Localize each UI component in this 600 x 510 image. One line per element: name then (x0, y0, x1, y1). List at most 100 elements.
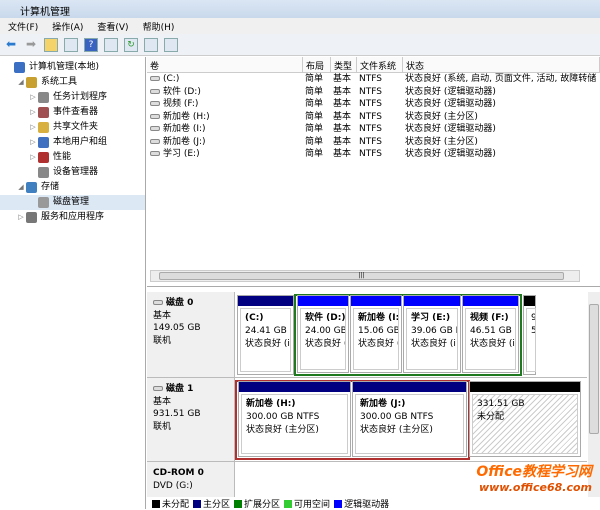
drive-icon (150, 126, 160, 131)
volume-row[interactable]: (C:) 简单 基本 NTFS 状态良好 (系统, 启动, 页面文件, 活动, 故障转储 (147, 73, 600, 86)
expand-arrow-icon[interactable]: ▷ (28, 135, 38, 150)
refresh-icon[interactable]: ↻ (124, 37, 138, 52)
cell-text: 状态良好 (逻辑驱动器) (405, 124, 496, 134)
expand-arrow-icon[interactable]: ▷ (28, 150, 38, 165)
volume-cell: 新加卷 (J:) (147, 136, 303, 149)
partition-body: 软件 (D:) 24.00 GB 状态良好 ( (300, 308, 346, 370)
volume-cell: 基本 (331, 98, 357, 111)
tree-item[interactable]: ▷ 服务和应用程序 (0, 210, 145, 225)
volume-cell: 基本 (331, 148, 357, 161)
cdrom-label[interactable]: CD-ROM 0 DVD (G:) (147, 462, 235, 497)
partition[interactable]: 学习 (E:) 39.06 GB N 状态良好 (i (403, 295, 461, 373)
tree-item[interactable]: ◢ 系统工具 (0, 75, 145, 90)
tree-item-label: 性能 (53, 152, 72, 162)
tree-item[interactable]: ▷ 性能 (0, 150, 145, 165)
tree-item[interactable]: ◢ 存储 (0, 180, 145, 195)
help-icon[interactable]: ? (84, 37, 98, 52)
show-hide-tree-icon[interactable] (64, 37, 78, 52)
column-layout[interactable]: 布局 (303, 57, 331, 72)
cell-text: 学习 (E:) (163, 149, 200, 159)
expand-arrow-icon[interactable]: ▷ (28, 105, 38, 120)
forward-icon[interactable]: ➡ (24, 38, 38, 52)
partition-status: 状态良好 (i (411, 339, 456, 349)
partition-body: 新加卷 (I: 15.06 GB 状态良好 ( (353, 308, 399, 370)
horizontal-scrollbar[interactable]: ||| (150, 270, 580, 282)
volume-row[interactable]: 新加卷 (I:) 简单 基本 NTFS 状态良好 (逻辑驱动器) (147, 123, 600, 136)
volume-row[interactable]: 软件 (D:) 简单 基本 NTFS 状态良好 (逻辑驱动器) (147, 86, 600, 99)
partition[interactable]: 新加卷 (I: 15.06 GB 状态良好 ( (350, 295, 402, 373)
expand-arrow-icon[interactable]: ◢ (16, 180, 26, 195)
partition-status: 状态良好 (i (470, 339, 515, 349)
properties-icon[interactable] (144, 37, 158, 52)
volume-cell: 简单 (303, 123, 331, 136)
cell-text: 简单 (305, 86, 324, 97)
partition-size: 300.00 GB NTFS (360, 412, 434, 422)
volume-list: 卷 布局 类型 文件系统 状态 (C:) 简单 基本 NTFS 状态良好 (系统, 启动… (147, 57, 600, 287)
volume-row[interactable]: 学习 (E:) 简单 基本 NTFS 状态良好 (逻辑驱动器) (147, 148, 600, 161)
drive-icon (150, 88, 160, 94)
cell-text: 新加卷 (H:) (163, 111, 210, 122)
menu-action[interactable]: 操作(A) (52, 20, 83, 33)
cell-text: 状态良好 (主分区) (405, 111, 478, 122)
tree-item[interactable]: ▷ 事件查看器 (0, 105, 145, 120)
column-type[interactable]: 类型 (331, 57, 357, 72)
partition[interactable]: (C:) 24.41 GB I 状态良好 (i (237, 295, 294, 375)
partition-body: 331.51 GB 未分配 (472, 394, 578, 454)
cell-text: 视频 (F:) (163, 99, 199, 109)
navigation-tree: 计算机管理(本地) ◢ 系统工具 ▷ 任务计划程序 ▷ 事件查看器 ▷ 共享文件夹 ▷ 本地用户和组… (0, 57, 146, 509)
cell-text: 简单 (305, 99, 324, 109)
partition[interactable]: 331.51 GB 未分配 (469, 381, 581, 457)
cdrom-name: CD-ROM 0 (153, 468, 204, 478)
partition[interactable]: 新加卷 (H:) 300.00 GB NTFS 状态良好 (主分区) (238, 381, 351, 457)
tree-item[interactable]: 磁盘管理 (0, 195, 145, 210)
menu-view[interactable]: 查看(V) (97, 20, 128, 33)
tree-item[interactable]: ▷ 任务计划程序 (0, 90, 145, 105)
partition-size: 331.51 GB (477, 399, 525, 409)
menu-help[interactable]: 帮助(H) (143, 20, 175, 33)
volume-row[interactable]: 新加卷 (H:) 简单 基本 NTFS 状态良好 (主分区) (147, 111, 600, 124)
disk-name: 磁盘 0 (166, 298, 194, 308)
cell-text: 简单 (305, 136, 324, 147)
cell-text: (C:) (163, 74, 180, 84)
cell-text: 基本 (333, 124, 352, 134)
volume-row[interactable]: 新加卷 (J:) 简单 基本 NTFS 状态良好 (主分区) (147, 136, 600, 149)
disk-0-label[interactable]: 磁盘 0 基本 149.05 GB 联机 (147, 292, 235, 377)
partition-name: 学习 (E:) (411, 313, 451, 323)
partition-size: 24.00 GB (305, 326, 346, 336)
disk-1-label[interactable]: 磁盘 1 基本 931.51 GB 联机 (147, 378, 235, 461)
partition-status: 未分配 (477, 412, 505, 422)
disk-name: 磁盘 1 (166, 384, 194, 394)
column-filesystem[interactable]: 文件系统 (357, 57, 403, 72)
partition-body: (C:) 24.41 GB I 状态良好 (i (240, 308, 291, 372)
disk-settings-icon[interactable] (164, 37, 178, 52)
title-bar: 计算机管理 (0, 0, 600, 18)
legend-label: 逻辑驱动器 (344, 499, 390, 510)
partition-bar (238, 296, 293, 306)
tree-item-label: 计算机管理(本地) (29, 62, 100, 72)
show-hide-action-icon[interactable] (104, 37, 118, 52)
volume-cell: 学习 (E:) (147, 148, 303, 161)
volume-row[interactable]: 视频 (F:) 简单 基本 NTFS 状态良好 (逻辑驱动器) (147, 98, 600, 111)
partition[interactable]: 软件 (D:) 24.00 GB 状态良好 ( (297, 295, 349, 373)
scroll-thumb[interactable] (589, 304, 599, 434)
expand-arrow-icon[interactable]: ▷ (28, 90, 38, 105)
tree-item[interactable]: ▷ 共享文件夹 (0, 120, 145, 135)
partition[interactable]: 95 (523, 295, 536, 375)
expand-arrow-icon[interactable]: ◢ (16, 75, 26, 90)
back-icon[interactable]: ⬅ (4, 38, 18, 52)
tree-item[interactable]: 计算机管理(本地) (0, 60, 145, 75)
menu-file[interactable]: 文件(F) (8, 20, 38, 33)
tree-item[interactable]: ▷ 本地用户和组 (0, 135, 145, 150)
expand-arrow-icon[interactable]: ▷ (16, 210, 26, 225)
partition-name: (C:) (245, 313, 264, 323)
partition[interactable]: 视频 (F:) 46.51 GB I 状态良好 (i (462, 295, 519, 373)
scroll-thumb[interactable]: ||| (159, 272, 564, 280)
disk-size: 931.51 GB (153, 409, 201, 419)
expand-arrow-icon[interactable]: ▷ (28, 120, 38, 135)
tree-item[interactable]: 设备管理器 (0, 165, 145, 180)
column-status[interactable]: 状态 (403, 57, 600, 72)
up-folder-icon[interactable] (44, 37, 58, 52)
column-volume[interactable]: 卷 (147, 57, 303, 72)
partition[interactable]: 新加卷 (J:) 300.00 GB NTFS 状态良好 (主分区) (352, 381, 467, 457)
legend-swatch (334, 500, 343, 508)
